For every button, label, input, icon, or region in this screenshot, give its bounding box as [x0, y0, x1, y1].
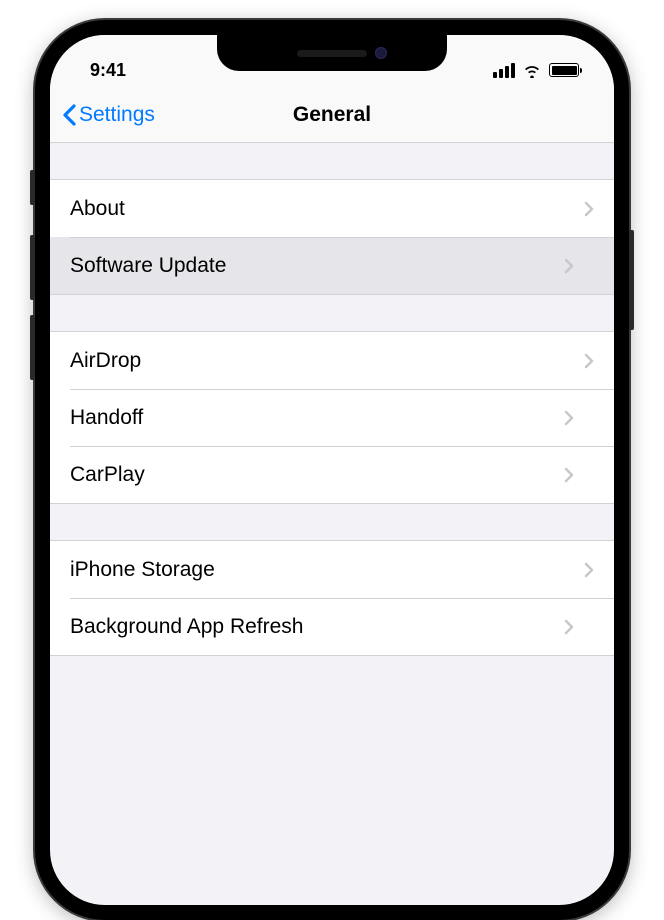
row-label: iPhone Storage: [70, 558, 215, 582]
volume-up-button: [30, 235, 35, 300]
wifi-icon: [522, 63, 542, 78]
row-about[interactable]: About: [50, 180, 614, 237]
navigation-bar: Settings General: [50, 87, 614, 143]
front-camera: [375, 47, 387, 59]
row-software-update[interactable]: Software Update: [50, 237, 614, 294]
row-carplay[interactable]: CarPlay: [50, 446, 614, 503]
cellular-signal-icon: [493, 63, 515, 78]
notch: [217, 35, 447, 71]
status-icons: [493, 63, 584, 78]
screen: 9:41 Settings: [50, 35, 614, 905]
side-button: [629, 230, 634, 330]
row-iphone-storage[interactable]: iPhone Storage: [50, 541, 614, 598]
section-general-3: iPhone Storage Background App Refresh: [50, 540, 614, 656]
mute-switch: [30, 170, 35, 205]
row-label: Background App Refresh: [70, 615, 303, 639]
row-background-app-refresh[interactable]: Background App Refresh: [50, 598, 614, 655]
row-label: Software Update: [70, 254, 226, 278]
back-button[interactable]: Settings: [62, 103, 155, 127]
battery-icon: [549, 63, 579, 77]
chevron-left-icon: [62, 104, 76, 126]
row-label: About: [70, 197, 125, 221]
chevron-right-icon: [564, 410, 574, 426]
section-general-1: About Software Update: [50, 179, 614, 295]
phone-frame: 9:41 Settings: [35, 20, 629, 920]
row-label: Handoff: [70, 406, 143, 430]
status-time: 9:41: [80, 60, 126, 81]
section-general-2: AirDrop Handoff CarPlay: [50, 331, 614, 504]
chevron-right-icon: [564, 619, 574, 635]
speaker: [297, 50, 367, 57]
chevron-right-icon: [584, 201, 594, 217]
chevron-right-icon: [584, 562, 594, 578]
chevron-right-icon: [584, 353, 594, 369]
page-title: General: [293, 103, 371, 127]
row-airdrop[interactable]: AirDrop: [50, 332, 614, 389]
chevron-right-icon: [564, 467, 574, 483]
chevron-right-icon: [564, 258, 574, 274]
back-label: Settings: [79, 103, 155, 127]
row-handoff[interactable]: Handoff: [50, 389, 614, 446]
row-label: AirDrop: [70, 349, 141, 373]
volume-down-button: [30, 315, 35, 380]
row-label: CarPlay: [70, 463, 145, 487]
